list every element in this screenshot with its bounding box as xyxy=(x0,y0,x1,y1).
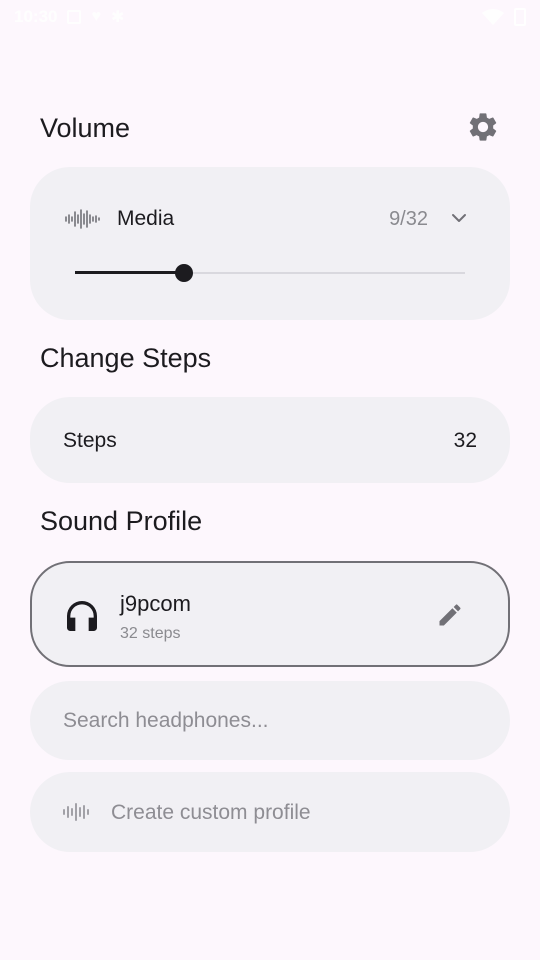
battery-icon xyxy=(514,8,526,26)
do-not-disturb-icon: ✱ xyxy=(110,9,125,26)
sound-wave-icon xyxy=(63,803,89,821)
status-bar-right xyxy=(482,8,526,26)
notification-icon xyxy=(67,10,82,24)
slider-fill xyxy=(75,271,185,274)
sound-profile-title: Sound Profile xyxy=(40,506,203,536)
status-bar: 10:30 ♥ ✱ xyxy=(0,0,540,34)
status-bar-left: 10:30 ♥ ✱ xyxy=(14,7,124,27)
create-custom-profile-label: Create custom profile xyxy=(111,801,311,824)
search-headphones-field[interactable] xyxy=(30,681,510,760)
heart-icon: ♥ xyxy=(91,8,101,25)
profile-card[interactable]: j9pcom 32 steps xyxy=(30,561,510,667)
sound-wave-icon xyxy=(65,209,100,229)
wifi-icon xyxy=(482,9,504,25)
volume-slider[interactable] xyxy=(75,263,465,283)
steps-row[interactable]: Steps 32 xyxy=(30,397,510,483)
media-label: Media xyxy=(117,207,175,230)
steps-value: 32 xyxy=(453,429,477,452)
headphones-icon xyxy=(67,601,97,631)
volume-title: Volume xyxy=(40,113,131,143)
create-custom-profile-button[interactable]: Create custom profile xyxy=(30,772,510,852)
status-time: 10:30 xyxy=(14,7,58,26)
slider-thumb[interactable] xyxy=(175,264,194,282)
search-input[interactable] xyxy=(63,705,463,737)
pencil-icon[interactable] xyxy=(436,601,464,629)
steps-label: Steps xyxy=(63,429,117,452)
profile-steps: 32 steps xyxy=(120,625,181,642)
profile-name: j9pcom xyxy=(120,591,191,616)
media-volume-card: Media 9/32 xyxy=(30,167,510,320)
gear-icon[interactable] xyxy=(466,110,500,144)
chevron-down-icon[interactable] xyxy=(450,209,468,227)
change-steps-title: Change Steps xyxy=(40,343,212,373)
volume-level: 9/32 xyxy=(389,208,428,230)
